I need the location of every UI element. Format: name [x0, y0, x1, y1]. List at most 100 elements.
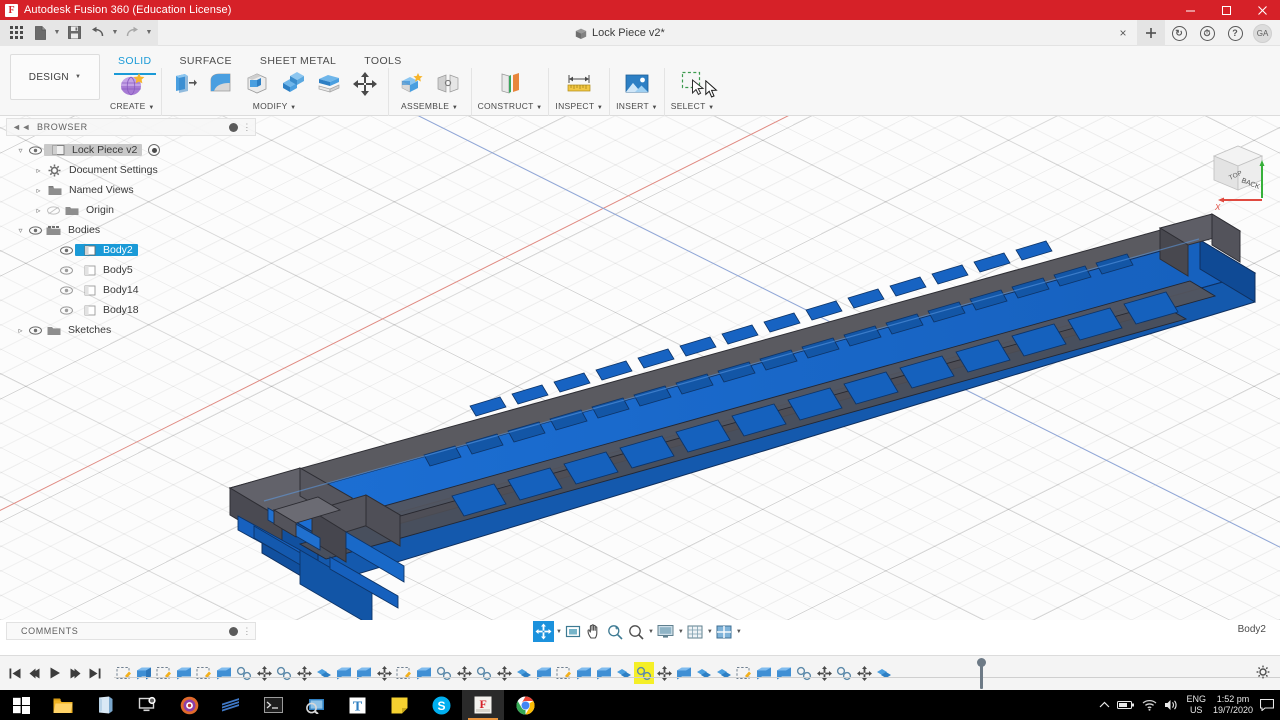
shell-icon[interactable]: [240, 68, 274, 100]
visibility-eye-icon[interactable]: [58, 285, 75, 295]
expand-arrow-icon[interactable]: ▹: [32, 186, 45, 195]
skip-end-icon[interactable]: [86, 662, 104, 684]
wifi-icon[interactable]: [1142, 699, 1157, 711]
expand-arrow-icon[interactable]: ▹: [32, 166, 45, 175]
grid-dropdown-icon[interactable]: ▼: [706, 629, 713, 635]
action-center-icon[interactable]: [1260, 699, 1274, 711]
tree-item-document-settings[interactable]: ▹ Document Settings: [6, 160, 256, 180]
tree-item-named-views[interactable]: ▹ Named Views: [6, 180, 256, 200]
text-editor-icon[interactable]: T: [336, 690, 378, 720]
panel-modify-label[interactable]: MODIFY ▼: [253, 101, 297, 111]
joint-icon[interactable]: [431, 68, 465, 100]
skip-start-icon[interactable]: [6, 662, 24, 684]
fillet-icon[interactable]: [204, 68, 238, 100]
window-selection-icon[interactable]: [676, 68, 710, 100]
tree-item-body14[interactable]: Body14: [6, 280, 256, 300]
comments-panel[interactable]: COMMENTS ⋮: [6, 622, 256, 640]
tree-item-sketches[interactable]: ▹ Sketches: [6, 320, 256, 340]
press-pull-icon[interactable]: [168, 68, 202, 100]
viewports-dropdown-icon[interactable]: ▼: [735, 629, 742, 635]
visibility-eye-icon[interactable]: [27, 225, 44, 235]
volume-icon[interactable]: [1164, 699, 1179, 711]
look-at-icon[interactable]: [563, 621, 583, 642]
sticky-notes-icon[interactable]: [378, 690, 420, 720]
panel-options-icon[interactable]: [229, 122, 239, 132]
new-tab-icon[interactable]: [1137, 20, 1165, 46]
visibility-eye-off-icon[interactable]: [45, 205, 62, 215]
visibility-eye-icon[interactable]: [58, 305, 75, 315]
new-document-dropdown-icon[interactable]: ▼: [52, 22, 62, 44]
panel-create-label[interactable]: CREATE ▼: [110, 101, 155, 111]
activate-component-radio[interactable]: [148, 144, 161, 156]
user-avatar[interactable]: GA: [1253, 23, 1272, 43]
terminal-icon[interactable]: [252, 690, 294, 720]
view-cube[interactable]: TOP BACK X: [1200, 124, 1274, 214]
visibility-eye-icon[interactable]: [27, 145, 44, 155]
panel-select-label[interactable]: SELECT ▼: [671, 101, 715, 111]
new-document-icon[interactable]: [28, 22, 52, 44]
tree-item-lock-piece-v2[interactable]: ▿ Lock Piece v2: [6, 140, 256, 160]
new-component-icon[interactable]: [395, 68, 429, 100]
zoom-window-icon[interactable]: [626, 621, 646, 642]
skype-icon[interactable]: S: [420, 690, 462, 720]
clock[interactable]: 1:52 pm 19/7/2020: [1213, 694, 1253, 716]
job-status-icon[interactable]: ⏱: [1193, 20, 1221, 46]
expand-arrow-icon[interactable]: ▹: [32, 206, 45, 215]
display-dropdown-icon[interactable]: ▼: [677, 629, 684, 635]
tree-item-origin[interactable]: ▹ Origin: [6, 200, 256, 220]
close-button[interactable]: [1244, 0, 1280, 20]
redo-dropdown-icon[interactable]: ▼: [144, 22, 154, 44]
workspace-switcher[interactable]: DESIGN ▼: [10, 54, 100, 100]
redo-icon[interactable]: [120, 22, 144, 44]
panel-grip-icon[interactable]: ⋮: [242, 122, 252, 133]
solidworks-icon[interactable]: [210, 690, 252, 720]
onenote-icon[interactable]: [84, 690, 126, 720]
insert-image-icon[interactable]: [620, 68, 654, 100]
close-document-icon[interactable]: ×: [1109, 20, 1137, 46]
combine-icon[interactable]: [276, 68, 310, 100]
move-copy-icon[interactable]: [348, 68, 382, 100]
timeline-track[interactable]: [114, 658, 1280, 689]
orbit-icon[interactable]: [533, 621, 554, 642]
maximize-button[interactable]: [1208, 0, 1244, 20]
timeline-settings-icon[interactable]: [1256, 665, 1270, 682]
show-hidden-icons-icon[interactable]: [1099, 701, 1110, 709]
battery-icon[interactable]: [1117, 700, 1135, 710]
step-forward-icon[interactable]: [66, 662, 84, 684]
tree-item-body2[interactable]: Body2: [6, 240, 256, 260]
display-settings-icon[interactable]: [655, 621, 676, 642]
visibility-eye-icon[interactable]: [58, 265, 75, 275]
panel-insert-label[interactable]: INSERT ▼: [616, 101, 658, 111]
pan-icon[interactable]: [584, 621, 604, 642]
create-form-icon[interactable]: [115, 68, 149, 100]
snip-tool-icon[interactable]: [294, 690, 336, 720]
help-icon[interactable]: ?: [1221, 20, 1249, 46]
file-explorer-icon[interactable]: [42, 690, 84, 720]
tree-item-body18[interactable]: Body18: [6, 300, 256, 320]
fusion360-icon[interactable]: F: [462, 690, 504, 720]
split-face-icon[interactable]: [312, 68, 346, 100]
collapse-left-icon[interactable]: ◄◄: [12, 122, 31, 132]
expand-arrow-icon[interactable]: ▹: [14, 326, 27, 335]
fusion-hub-icon[interactable]: [168, 690, 210, 720]
save-icon[interactable]: [62, 22, 86, 44]
app-grid-icon[interactable]: [4, 22, 28, 44]
minimize-button[interactable]: [1172, 0, 1208, 20]
play-icon[interactable]: [46, 662, 64, 684]
step-back-icon[interactable]: [26, 662, 44, 684]
offset-plane-icon[interactable]: [493, 68, 527, 100]
visibility-eye-icon[interactable]: [58, 245, 75, 255]
visibility-eye-icon[interactable]: [27, 325, 44, 335]
zoom-dropdown-icon[interactable]: ▼: [647, 629, 654, 635]
orbit-dropdown-icon[interactable]: ▼: [555, 629, 562, 635]
panel-grip-icon[interactable]: ⋮: [242, 626, 252, 637]
undo-dropdown-icon[interactable]: ▼: [110, 22, 120, 44]
extensions-icon[interactable]: ↻: [1165, 20, 1193, 46]
panel-assemble-label[interactable]: ASSEMBLE ▼: [401, 101, 458, 111]
chrome-icon[interactable]: [504, 690, 546, 720]
undo-icon[interactable]: [86, 22, 110, 44]
tree-item-bodies[interactable]: ▿ Bodies: [6, 220, 256, 240]
tree-item-body5[interactable]: Body5: [6, 260, 256, 280]
grid-snaps-icon[interactable]: [685, 621, 705, 642]
timeline-end-marker[interactable]: [977, 658, 986, 689]
